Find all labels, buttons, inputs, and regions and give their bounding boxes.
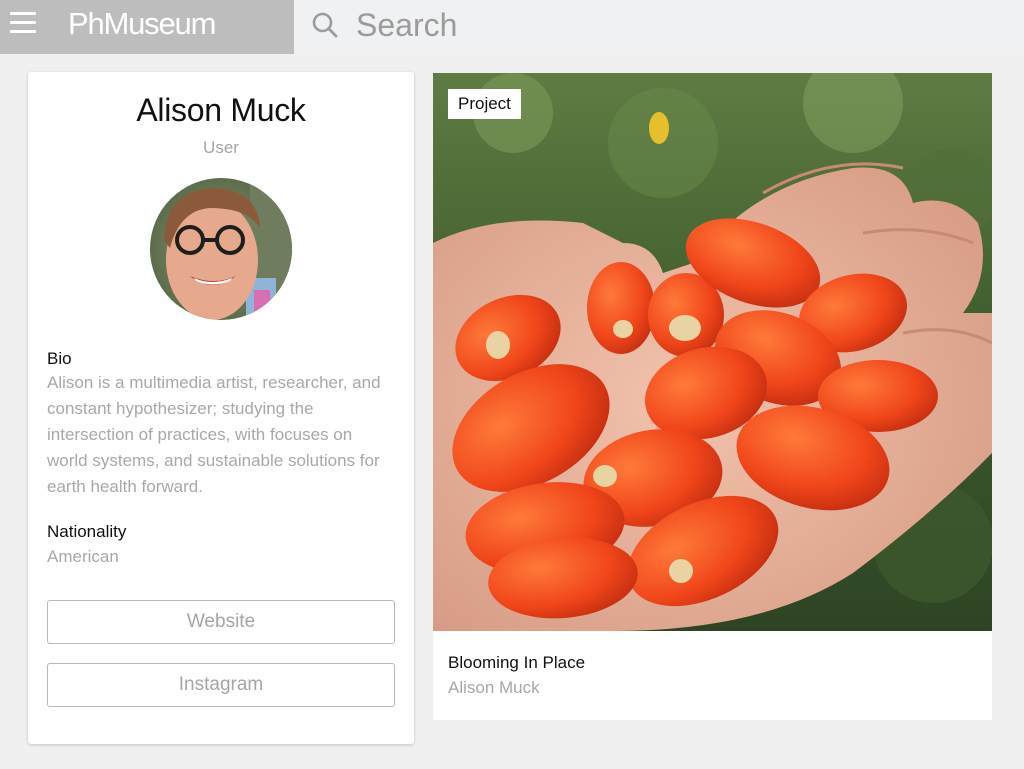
- site-logo[interactable]: PhMuseum: [68, 5, 216, 43]
- project-title[interactable]: Blooming In Place: [448, 653, 585, 673]
- nationality-value: American: [47, 547, 119, 566]
- project-author[interactable]: Alison Muck: [448, 678, 540, 698]
- search-input[interactable]: [356, 6, 736, 44]
- nationality-label: Nationality: [47, 522, 127, 541]
- profile-name: Alison Muck: [136, 92, 306, 128]
- instagram-button[interactable]: Instagram: [47, 663, 395, 707]
- profile-card: Alison Muck User Bio Alison is a multime…: [28, 72, 414, 744]
- search-icon[interactable]: [312, 12, 338, 38]
- menu-icon[interactable]: [10, 12, 36, 34]
- project-cover-image[interactable]: Project: [433, 73, 992, 631]
- search-bar[interactable]: [312, 0, 812, 54]
- brand-area: PhMuseum: [0, 0, 294, 54]
- website-button[interactable]: Website: [47, 600, 395, 644]
- bio-label: Bio: [47, 349, 72, 368]
- project-tag: Project: [448, 89, 521, 119]
- avatar: [150, 178, 292, 320]
- project-card[interactable]: Project Blooming In Place Alison Muck: [433, 73, 992, 720]
- profile-role: User: [203, 138, 239, 157]
- top-bar: PhMuseum: [0, 0, 1024, 54]
- bio-text: Alison is a multimedia artist, researche…: [47, 373, 381, 496]
